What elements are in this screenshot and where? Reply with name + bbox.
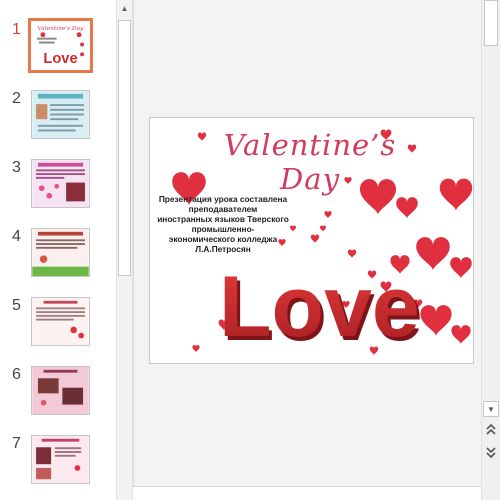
scroll-down-icon[interactable]: ▼ bbox=[483, 401, 499, 417]
thumbnail-scroll-thumb[interactable] bbox=[118, 20, 131, 276]
slide-thumbnail-4[interactable]: 4 bbox=[0, 228, 116, 290]
slide-thumbnail-6[interactable]: 6 bbox=[0, 366, 116, 428]
current-slide[interactable]: Love Love Valentine’s Day Презентация ур… bbox=[149, 117, 474, 364]
slide-number-6: 6 bbox=[12, 366, 21, 383]
body-line: преподавателем bbox=[188, 204, 258, 214]
body-line: иностранных языков Тверского bbox=[157, 214, 289, 224]
slide-thumbnail-5[interactable]: 5 bbox=[0, 297, 116, 359]
double-chevron-down-icon[interactable] bbox=[483, 444, 499, 460]
svg-text:Love: Love bbox=[43, 51, 77, 67]
slide-number-3: 3 bbox=[12, 159, 21, 176]
slide-body-text: Презентация урока составлена преподавате… bbox=[152, 194, 294, 254]
slide-number-1: 1 bbox=[12, 21, 21, 38]
double-chevron-up-icon[interactable] bbox=[483, 422, 499, 438]
editor-scrollbar[interactable]: ▼ bbox=[481, 0, 500, 500]
slide-number-4: 4 bbox=[12, 228, 21, 245]
slide-thumbnail-3[interactable]: 3 bbox=[0, 159, 116, 221]
thumbnail-image-2[interactable] bbox=[31, 90, 90, 139]
editor-scroll-thumb[interactable] bbox=[484, 0, 498, 46]
body-line: Презентация урока составлена bbox=[158, 194, 288, 204]
slide-number-5: 5 bbox=[12, 297, 21, 314]
body-line: промышленно- bbox=[191, 224, 255, 234]
slide-thumbnail-7[interactable]: 7 bbox=[0, 435, 116, 497]
body-line: Л.А.Петросян bbox=[195, 244, 251, 254]
slide-number-2: 2 bbox=[12, 90, 21, 107]
body-line: экономического колледжа bbox=[168, 234, 278, 244]
slide-thumbnail-1[interactable]: 1 Valentine's Day Love bbox=[0, 18, 116, 83]
love-word: Love bbox=[219, 259, 420, 355]
thumbnail-image-1[interactable]: Valentine's Day Love bbox=[28, 18, 93, 73]
thumbnail-image-7[interactable] bbox=[31, 435, 90, 484]
thumbnail-scrollbar[interactable]: ▲ bbox=[116, 0, 133, 500]
slide-editor: Love Love Valentine’s Day Презентация ур… bbox=[133, 0, 481, 486]
thumbnail-image-4[interactable] bbox=[31, 228, 90, 277]
slide-thumbnail-pane: 1 Valentine's Day Love 2 3 4 5 6 7 bbox=[0, 0, 116, 500]
scroll-up-icon[interactable]: ▲ bbox=[117, 0, 132, 17]
thumbnail-image-3[interactable] bbox=[31, 159, 90, 208]
slide-title: Valentine’s Day bbox=[223, 128, 397, 196]
slide-number-7: 7 bbox=[12, 435, 21, 452]
svg-text:Valentine's Day: Valentine's Day bbox=[38, 26, 85, 32]
slide-thumbnail-2[interactable]: 2 bbox=[0, 90, 116, 152]
thumbnail-image-5[interactable] bbox=[31, 297, 90, 346]
thumbnail-image-6[interactable] bbox=[31, 366, 90, 415]
notes-pane-divider bbox=[133, 486, 481, 500]
